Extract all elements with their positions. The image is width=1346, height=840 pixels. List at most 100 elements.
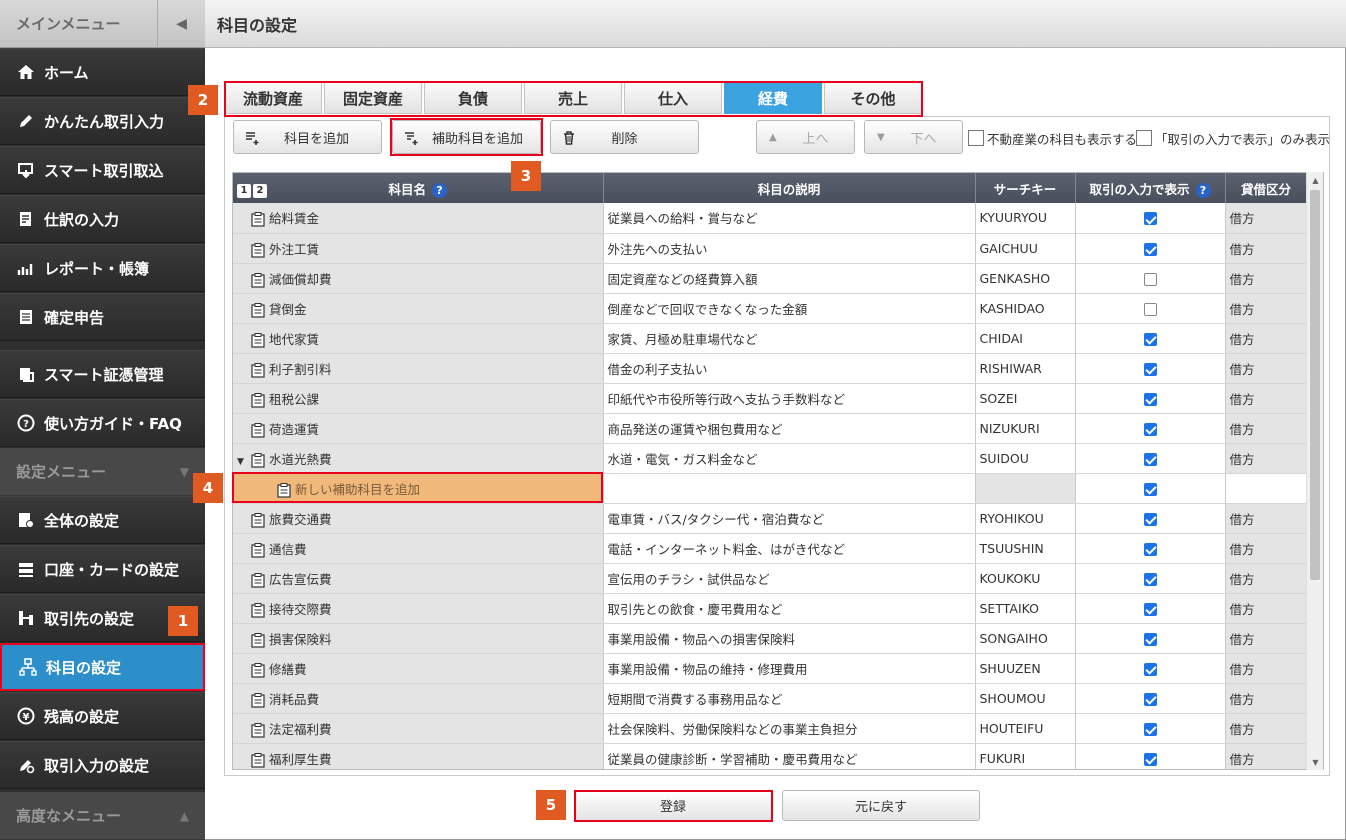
advanced-menu-header[interactable]: 高度なメニュー ▲ (0, 792, 205, 840)
table-row[interactable]: 福利厚生費 従業員の健康診断・学習補助・慶弔費用など FUKURI 借方 (233, 743, 1308, 769)
description-cell[interactable]: 商品発送の運賃や梱包費用など (603, 413, 976, 444)
sidebar-item-7[interactable]: スマート証憑管理 (0, 350, 205, 398)
show-in-trade-checkbox[interactable] (1143, 542, 1157, 556)
search-key-cell[interactable]: KYUURYOU (975, 203, 1076, 234)
help-icon[interactable]: ? (1195, 182, 1211, 198)
search-key-cell[interactable] (975, 473, 1076, 504)
account-name-cell[interactable]: 接待交際費 (233, 593, 604, 624)
sub-account-row[interactable]: 新しい補助科目を追加 (233, 473, 1308, 504)
search-key-cell[interactable]: SOZEI (975, 383, 1076, 414)
search-key-cell[interactable]: SUIDOU (975, 443, 1076, 474)
revert-button[interactable]: 元に戻す (782, 790, 980, 821)
account-name-cell[interactable]: 広告宣伝費 (233, 563, 604, 594)
description-cell[interactable]: 宣伝用のチラシ・試供品など (603, 563, 976, 594)
search-key-cell[interactable]: SETTAIKO (975, 593, 1076, 624)
scroll-thumb[interactable] (1310, 190, 1320, 580)
search-key-cell[interactable]: RISHIWAR (975, 353, 1076, 384)
table-row[interactable]: 給料賃金 従業員への給料・賞与など KYUURYOU 借方 (233, 203, 1308, 234)
realestate-checkbox[interactable] (968, 130, 984, 146)
table-row[interactable]: 荷造運賃 商品発送の運賃や梱包費用など NIZUKURI 借方 (233, 413, 1308, 444)
show-in-trade-checkbox[interactable] (1143, 422, 1157, 436)
show-in-trade-checkbox[interactable] (1143, 362, 1157, 376)
account-name-cell[interactable]: 地代家賃 (233, 323, 604, 354)
show-in-trade-checkbox[interactable] (1143, 212, 1157, 226)
account-name-cell[interactable]: 新しい補助科目を追加 (233, 473, 604, 504)
description-cell[interactable]: 印紙代や市役所等行政へ支払う手数料など (603, 383, 976, 414)
move-down-button[interactable]: ▼ 下へ (864, 120, 963, 154)
account-name-cell[interactable]: 租税公課 (233, 383, 604, 414)
description-cell[interactable]: 水道・電気・ガス料金など (603, 443, 976, 474)
search-key-cell[interactable]: GAICHUU (975, 233, 1076, 264)
description-cell[interactable]: 事業用設備・物品の維持・修理費用 (603, 653, 976, 684)
tab-2[interactable]: 固定資産 (324, 82, 422, 114)
account-name-cell[interactable]: 福利厚生費 (233, 743, 604, 769)
account-name-cell[interactable]: 消耗品費 (233, 683, 604, 714)
sidebar-item-4[interactable]: 仕訳の入力 (0, 195, 205, 243)
collapse-sidebar-icon[interactable]: ◀ (157, 0, 205, 48)
description-cell[interactable]: 事業用設備・物品への損害保険料 (603, 623, 976, 654)
sidebar-item-4[interactable]: 科目の設定 (0, 643, 205, 691)
search-key-cell[interactable]: SHOUMOU (975, 683, 1076, 714)
show-in-trade-checkbox[interactable] (1143, 242, 1157, 256)
register-button[interactable]: 登録 (574, 790, 772, 821)
show-in-trade-checkbox[interactable] (1143, 572, 1157, 586)
show-in-trade-checkbox[interactable] (1143, 602, 1157, 616)
show-in-trade-checkbox[interactable] (1143, 272, 1157, 286)
sidebar-item-8[interactable]: ? 使い方ガイド・FAQ (0, 399, 205, 447)
trade-only-checkbox[interactable] (1136, 130, 1152, 146)
table-scrollbar[interactable]: ▲ ▼ (1306, 172, 1323, 770)
table-row[interactable]: 広告宣伝費 宣伝用のチラシ・試供品など KOUKOKU 借方 (233, 563, 1308, 594)
sidebar-item-3[interactable]: スマート取引取込 (0, 146, 205, 194)
description-cell[interactable]: 家賃、月極め駐車場代など (603, 323, 976, 354)
account-name-cell[interactable]: ▼ 水道光熱費 (233, 443, 604, 474)
settings-menu-header[interactable]: 設定メニュー ▼ (0, 448, 205, 496)
description-cell[interactable]: 社会保険料、労働保険料などの事業主負担分 (603, 713, 976, 744)
show-in-trade-checkbox[interactable] (1143, 512, 1157, 526)
account-name-cell[interactable]: 減価償却費 (233, 263, 604, 294)
show-in-trade-checkbox[interactable] (1143, 722, 1157, 736)
table-row[interactable]: 法定福利費 社会保険料、労働保険料などの事業主負担分 HOUTEIFU 借方 (233, 713, 1308, 744)
account-name-cell[interactable]: 荷造運賃 (233, 413, 604, 444)
search-key-cell[interactable]: HOUTEIFU (975, 713, 1076, 744)
search-key-cell[interactable]: TSUUSHIN (975, 533, 1076, 564)
search-key-cell[interactable]: CHIDAI (975, 323, 1076, 354)
scroll-up-icon[interactable]: ▲ (1307, 172, 1324, 188)
table-row[interactable]: 通信費 電話・インターネット料金、はがき代など TSUUSHIN 借方 (233, 533, 1308, 564)
table-row[interactable]: ▼ 水道光熱費 水道・電気・ガス料金など SUIDOU 借方 (233, 443, 1308, 474)
tab-3[interactable]: 負債 (424, 82, 522, 114)
tab-7[interactable]: その他 (824, 82, 922, 114)
table-row[interactable]: 外注工賃 外注先への支払い GAICHUU 借方 (233, 233, 1308, 264)
header-account-name[interactable]: 12 科目名? (233, 173, 604, 203)
description-cell[interactable]: 倒産などで回収できなくなった金額 (603, 293, 976, 324)
account-name-cell[interactable]: 貸倒金 (233, 293, 604, 324)
description-cell[interactable]: 借金の利子支払い (603, 353, 976, 384)
show-in-trade-checkbox[interactable] (1143, 632, 1157, 646)
search-key-cell[interactable]: GENKASHO (975, 263, 1076, 294)
account-name-cell[interactable]: 損害保険料 (233, 623, 604, 654)
page-1-button[interactable]: 1 (237, 184, 251, 198)
show-in-trade-checkbox[interactable] (1143, 662, 1157, 676)
account-name-cell[interactable]: 給料賃金 (233, 203, 604, 234)
sidebar-item-2[interactable]: 口座・カードの設定 (0, 545, 205, 593)
search-key-cell[interactable]: KOUKOKU (975, 563, 1076, 594)
expand-toggle-icon[interactable]: ▼ (237, 457, 251, 467)
table-row[interactable]: 減価償却費 固定資産などの経費算入額 GENKASHO 借方 (233, 263, 1308, 294)
scroll-down-icon[interactable]: ▼ (1307, 754, 1324, 770)
table-row[interactable]: 利子割引料 借金の利子支払い RISHIWAR 借方 (233, 353, 1308, 384)
account-name-cell[interactable]: 法定福利費 (233, 713, 604, 744)
tab-6[interactable]: 経費 (724, 82, 822, 114)
tab-5[interactable]: 仕入 (624, 82, 722, 114)
table-row[interactable]: 修繕費 事業用設備・物品の維持・修理費用 SHUUZEN 借方 (233, 653, 1308, 684)
delete-button[interactable]: 削除 (550, 120, 699, 154)
table-row[interactable]: 接待交際費 取引先との飲食・慶弔費用など SETTAIKO 借方 (233, 593, 1308, 624)
trade-only-option[interactable]: 「取引の入力で表示」のみ表示 (1136, 129, 1330, 147)
sidebar-item-6[interactable]: 取引入力の設定 (0, 741, 205, 789)
account-name-cell[interactable]: 通信費 (233, 533, 604, 564)
main-menu-header[interactable]: メインメニュー ◀ (0, 0, 205, 48)
sidebar-item-6[interactable]: 確定申告 (0, 293, 205, 341)
page-2-button[interactable]: 2 (253, 184, 267, 198)
search-key-cell[interactable]: SONGAIHO (975, 623, 1076, 654)
table-row[interactable]: 消耗品費 短期間で消費する事務用品など SHOUMOU 借方 (233, 683, 1308, 714)
show-in-trade-checkbox[interactable] (1143, 332, 1157, 346)
description-cell[interactable]: 短期間で消費する事務用品など (603, 683, 976, 714)
